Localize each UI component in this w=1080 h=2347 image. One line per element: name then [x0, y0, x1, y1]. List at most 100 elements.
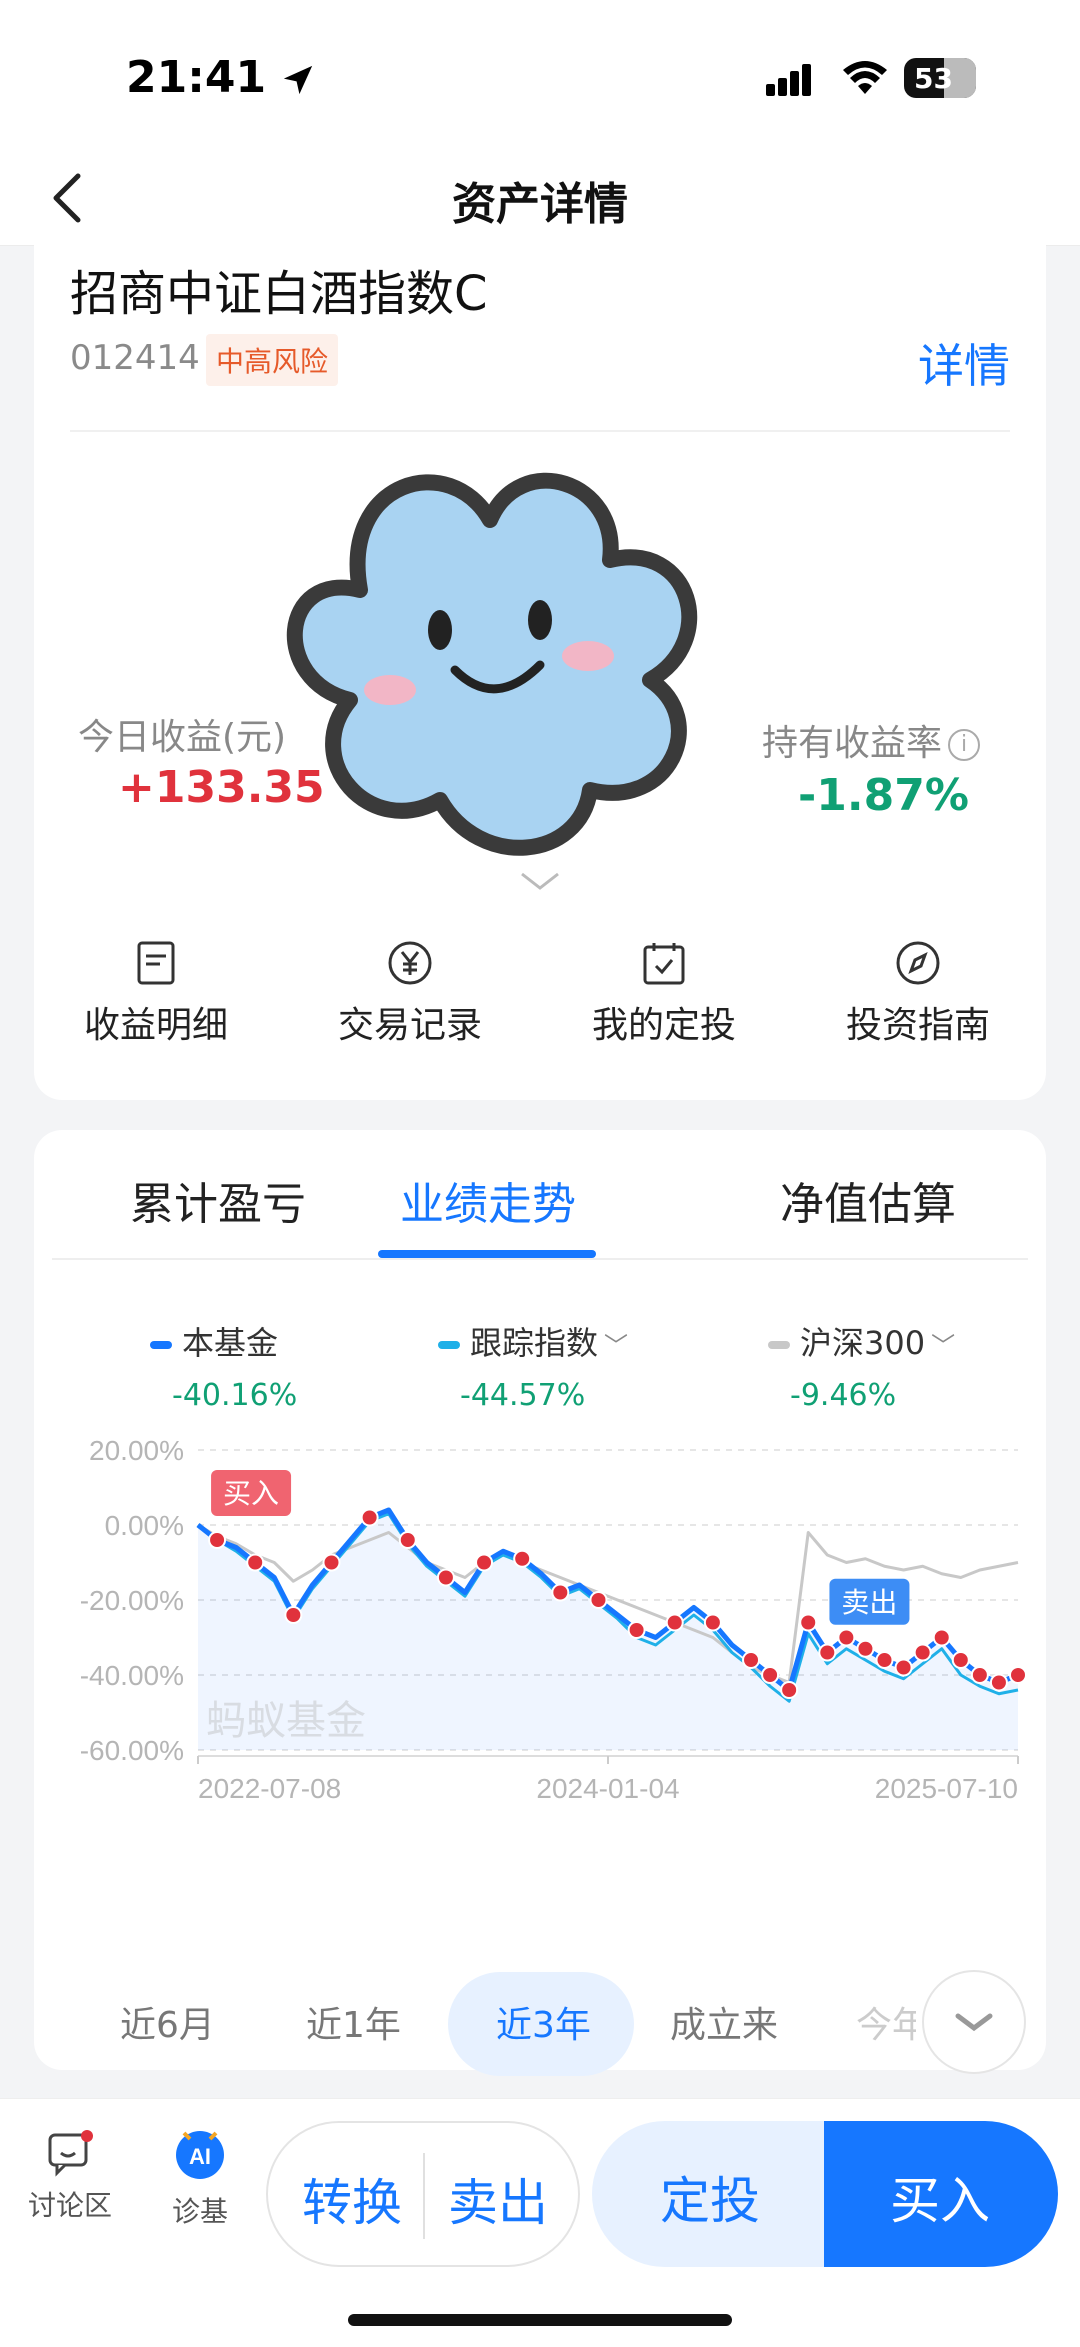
- sell-button[interactable]: 卖出: [448, 2163, 548, 2235]
- convert-button[interactable]: 转换: [302, 2163, 402, 2235]
- trade-point[interactable]: [913, 1643, 932, 1662]
- trade-point[interactable]: [875, 1651, 894, 1669]
- legend-csi300[interactable]: 沪深300 ﹀ -9.46%: [768, 1318, 955, 1413]
- trade-point[interactable]: [856, 1639, 875, 1658]
- quick-action-label: 我的定投: [591, 1005, 736, 1046]
- diagnose-button[interactable]: AI 诊基: [154, 2123, 246, 2230]
- trade-point[interactable]: [780, 1681, 799, 1699]
- diagnose-label: 诊基: [171, 2195, 228, 2228]
- y-tick-label: -60.00%: [80, 1735, 184, 1766]
- legend-fund: 本基金 -40.16%: [150, 1318, 297, 1413]
- chevron-down-icon: ﹀: [931, 1332, 956, 1360]
- trade-point[interactable]: [1009, 1666, 1027, 1684]
- trade-point[interactable]: [818, 1643, 837, 1662]
- trade-point[interactable]: [322, 1553, 341, 1572]
- quick-action-label: 投资指南: [845, 1005, 990, 1046]
- y-tick-label: 0.00%: [105, 1510, 184, 1541]
- legend-value: -44.57%: [460, 1378, 586, 1413]
- legend-dot: [768, 1341, 790, 1349]
- fixed-invest-label: 定投: [660, 2172, 760, 2230]
- range-1y[interactable]: 近1年: [306, 1996, 401, 2048]
- quick-action-label: 交易记录: [337, 1005, 482, 1046]
- performance-chart[interactable]: 20.00% 0.00% -20.00% -40.00% -60.00% 2022-07-…: [34, 1430, 1046, 1930]
- x-tick-label: 2024-01-04: [536, 1773, 679, 1804]
- tabs-divider: [52, 1258, 1028, 1260]
- trade-point[interactable]: [513, 1549, 532, 1568]
- trade-point[interactable]: [665, 1613, 684, 1632]
- trade-point[interactable]: [360, 1508, 379, 1527]
- home-indicator: [348, 2314, 732, 2326]
- range-6m[interactable]: 近6月: [120, 1996, 215, 2048]
- legend-dot: [150, 1341, 172, 1349]
- detail-link[interactable]: 详情: [918, 330, 1010, 396]
- bottom-action-bar: 讨论区 AI 诊基 转换 卖出 定投 买入: [0, 2098, 1080, 2347]
- risk-badge: 中高风险: [206, 334, 339, 386]
- trade-point[interactable]: [246, 1553, 265, 1572]
- quick-action-trade-record[interactable]: 交易记录: [310, 940, 510, 1048]
- quick-action-my-fixed-invest[interactable]: 我的定投: [564, 940, 764, 1048]
- discuss-button[interactable]: 讨论区: [22, 2129, 118, 2224]
- quick-action-income-detail[interactable]: 收益明细: [56, 940, 256, 1048]
- trade-point[interactable]: [742, 1651, 761, 1669]
- chart-watermark: 蚂蚁基金: [206, 1699, 366, 1743]
- range-3y[interactable]: 近3年: [496, 1996, 591, 2048]
- trade-point[interactable]: [799, 1613, 818, 1632]
- trade-point[interactable]: [436, 1568, 455, 1587]
- info-icon[interactable]: i: [948, 729, 981, 761]
- trade-point[interactable]: [475, 1553, 494, 1572]
- trade-point[interactable]: [284, 1606, 303, 1624]
- trade-point[interactable]: [551, 1583, 570, 1602]
- fixed-buy-group: 定投 买入: [592, 2121, 1058, 2267]
- status-time: 21:41: [126, 52, 315, 103]
- trade-point[interactable]: [837, 1628, 856, 1647]
- document-icon: [137, 941, 175, 985]
- tab-cumulative-pnl[interactable]: 累计盈亏: [130, 1168, 306, 1232]
- x-tick-label: 2025-07-10: [875, 1773, 1018, 1804]
- range-since-inception[interactable]: 成立来: [670, 1996, 778, 2048]
- chat-bubble-icon: [48, 2130, 93, 2177]
- range-ytd[interactable]: 今年: [856, 1996, 916, 2048]
- buy-label: 买入: [890, 2172, 990, 2230]
- legend-name: 沪深300: [800, 1324, 926, 1362]
- trade-point[interactable]: [989, 1673, 1008, 1692]
- legend-name: 跟踪指数: [470, 1324, 599, 1362]
- trade-marker-label: 买入: [223, 1478, 279, 1509]
- legend-value: -9.46%: [790, 1378, 897, 1413]
- quick-action-invest-guide[interactable]: 投资指南: [818, 940, 1018, 1048]
- cloud-sticker-icon: [286, 472, 698, 856]
- trade-point[interactable]: [951, 1651, 970, 1669]
- y-tick-label: 20.00%: [89, 1435, 184, 1466]
- status-bar: 21:41 53: [0, 0, 1080, 150]
- trade-point[interactable]: [970, 1666, 989, 1684]
- trade-marker-label: 卖出: [841, 1587, 897, 1618]
- fund-name: 招商中证白酒指数C: [70, 266, 488, 322]
- legend-value: -40.16%: [172, 1378, 298, 1413]
- tab-nav-estimate[interactable]: 净值估算: [780, 1168, 956, 1232]
- trade-point[interactable]: [932, 1628, 951, 1647]
- y-tick-label: -20.00%: [80, 1585, 184, 1616]
- divider: [423, 2153, 425, 2239]
- trade-point[interactable]: [703, 1613, 722, 1632]
- trade-point[interactable]: [208, 1531, 227, 1549]
- active-tab-indicator: [378, 1250, 596, 1258]
- trade-point[interactable]: [398, 1531, 417, 1549]
- discuss-label: 讨论区: [27, 2189, 112, 2222]
- trade-point[interactable]: [627, 1621, 646, 1639]
- trade-point[interactable]: [589, 1591, 608, 1609]
- legend-tracking-index[interactable]: 跟踪指数 ﹀ -44.57%: [438, 1318, 628, 1413]
- buy-button[interactable]: 买入: [824, 2121, 1058, 2267]
- legend-name: 本基金: [182, 1324, 279, 1362]
- ai-badge-text: AI: [189, 2144, 211, 2169]
- trade-point[interactable]: [894, 1658, 913, 1677]
- chevron-down-icon: ﹀: [604, 1332, 629, 1360]
- legend-dot: [438, 1341, 460, 1349]
- fund-code: 012414: [70, 338, 200, 378]
- signal-icon: [766, 64, 811, 96]
- fixed-invest-button[interactable]: 定投: [592, 2121, 824, 2267]
- trade-point[interactable]: [761, 1666, 780, 1684]
- range-more-button[interactable]: [922, 1970, 1026, 2074]
- wifi-icon: [843, 61, 887, 94]
- performance-card: 累计盈亏 业绩走势 净值估算 本基金 -40.16% 跟踪指数 ﹀ -44.57%…: [34, 1130, 1046, 2076]
- compass-icon: [896, 941, 940, 985]
- tab-performance-trend[interactable]: 业绩走势: [400, 1168, 576, 1232]
